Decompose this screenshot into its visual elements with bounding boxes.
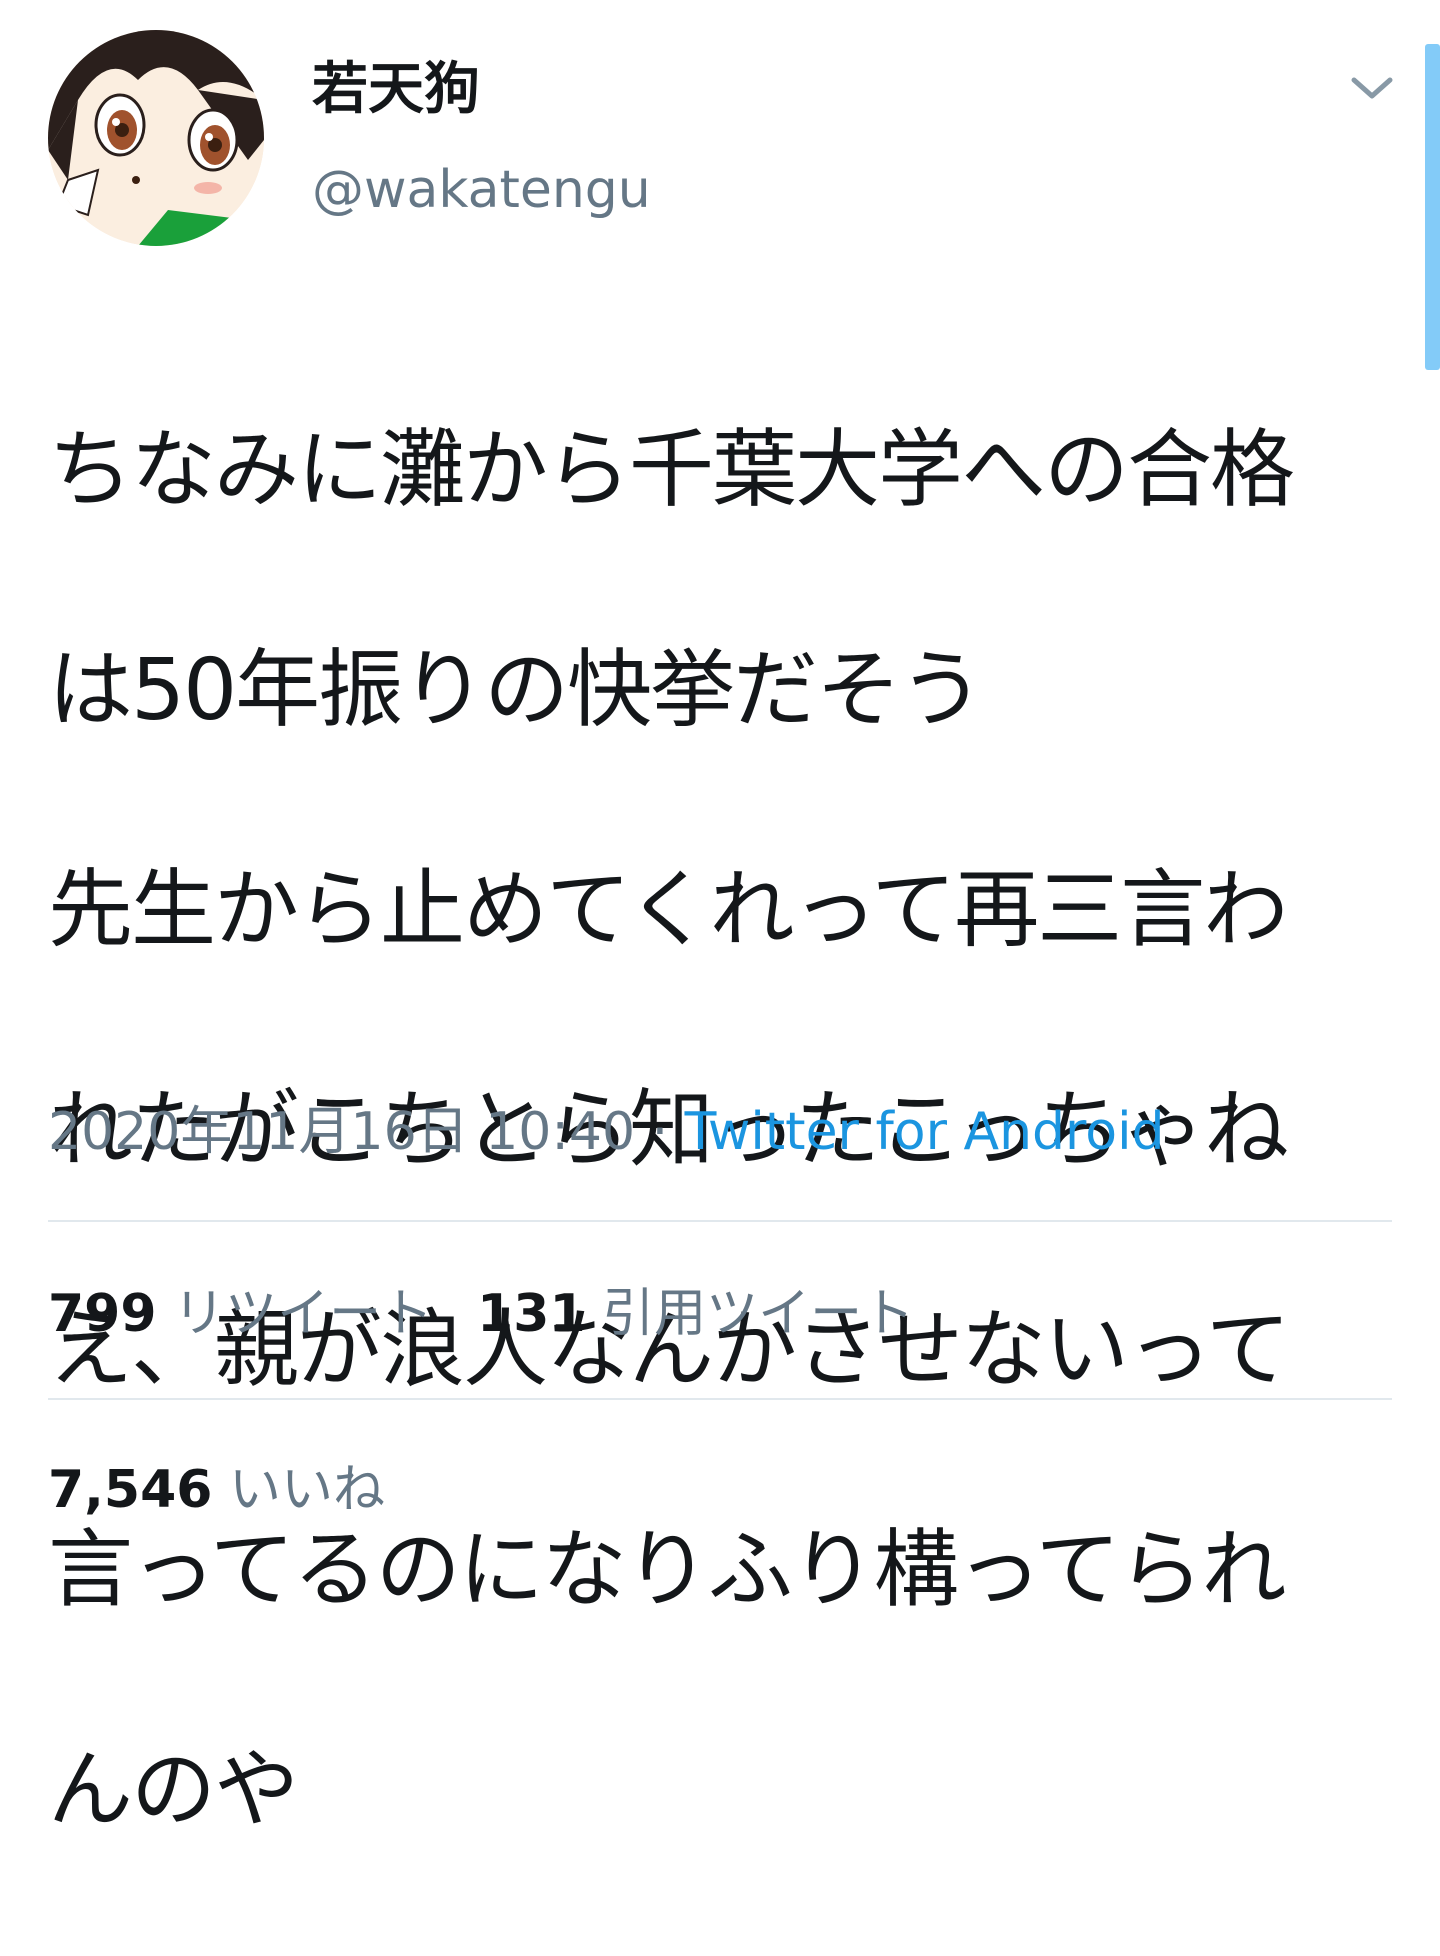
quotes-stat[interactable]: 131 引用ツイート [477, 1284, 914, 1344]
tweet-meta: 2020年11月16日 10:40 · Twitter for Android [48, 1100, 1165, 1164]
quotes-count: 131 [477, 1284, 586, 1344]
avatar[interactable] [48, 30, 264, 246]
anime-character-avatar-icon [48, 30, 264, 246]
likes-count: 7,546 [48, 1460, 213, 1520]
tweet-source-link[interactable]: Twitter for Android [685, 1102, 1165, 1162]
retweets-label: リツイート [173, 1284, 434, 1344]
likes-stat[interactable]: 7,546 いいね [48, 1460, 385, 1520]
meta-separator: · [635, 1102, 685, 1162]
divider [48, 1220, 1392, 1222]
likes-label: いいね [229, 1460, 386, 1520]
tweet-text-line: 先生から止めてくれって再三言わ [48, 861, 1288, 960]
divider [48, 1398, 1392, 1400]
tweet-timestamp[interactable]: 2020年11月16日 10:40 [48, 1102, 635, 1162]
display-name[interactable]: 若天狗 [312, 58, 480, 122]
tweet-text-line: 言ってるのになりふり構ってられ [48, 1521, 1287, 1620]
tweet-text-line: んのや [48, 1741, 299, 1840]
chevron-down-icon[interactable] [1344, 68, 1400, 108]
retweet-stats-row: 799 リツイート 131 引用ツイート [48, 1282, 914, 1346]
user-handle[interactable]: @wakatengu [312, 160, 651, 220]
retweets-stat[interactable]: 799 リツイート [48, 1284, 433, 1344]
scrollbar[interactable] [1425, 44, 1440, 370]
quotes-label: 引用ツイート [602, 1284, 915, 1344]
tweet-text-line: ちなみに灘から千葉大学への合格 [48, 421, 1295, 520]
tweet-text-line: は50年振りの快挙だそう [48, 641, 984, 740]
retweets-count: 799 [48, 1284, 157, 1344]
likes-stats-row: 7,546 いいね [48, 1458, 385, 1522]
